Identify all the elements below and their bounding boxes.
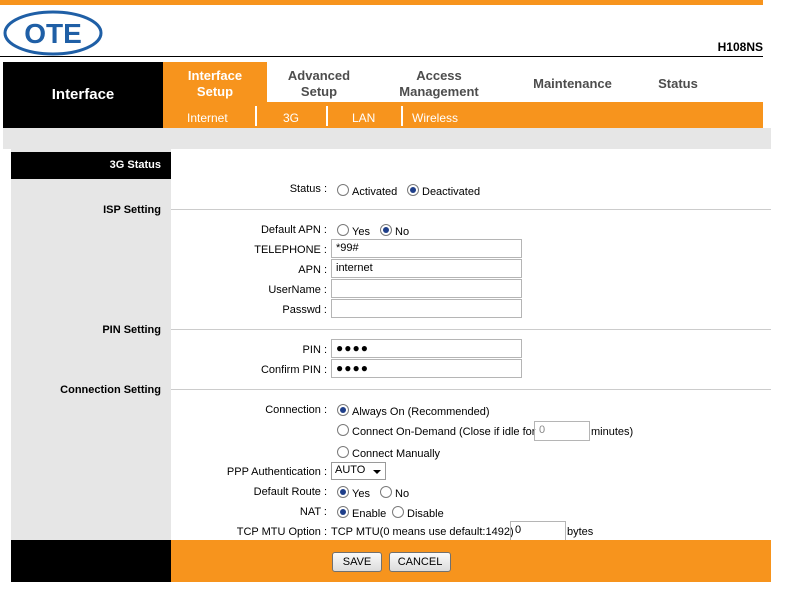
tcp-mtu-input[interactable]: 0 (510, 521, 566, 541)
subtab-separator (326, 106, 328, 126)
subtab-lan[interactable]: LAN (352, 111, 375, 125)
section-divider (171, 209, 771, 210)
nav-section-title: Interface (51, 86, 115, 103)
pin-label: PIN : (302, 344, 327, 356)
default-route-no-radio[interactable] (380, 486, 392, 498)
isp-setting-title: ISP Setting (103, 204, 161, 216)
default-apn-yes-label: Yes (352, 226, 370, 238)
nat-label: NAT : (299, 506, 327, 518)
nat-enable-radio[interactable] (337, 506, 349, 518)
nat-disable-radio[interactable] (392, 506, 404, 518)
username-label: UserName : (268, 284, 327, 296)
default-apn-no-label: No (395, 226, 410, 238)
connection-manual-label: Connect Manually (352, 448, 441, 460)
tab-status[interactable]: Status (640, 66, 716, 102)
idle-minutes-input[interactable]: 0 (534, 421, 590, 441)
ppp-auth-label: PPP Authentication : (226, 466, 327, 478)
tab-access-management[interactable]: Access Management (384, 66, 494, 102)
default-route-no-label: No (395, 488, 410, 500)
tcp-mtu-description: TCP MTU(0 means use default:1492) (331, 526, 514, 538)
status-deactivated-radio[interactable] (407, 184, 419, 196)
default-route-yes-label: Yes (352, 488, 370, 500)
subtab-3g[interactable]: 3G (283, 111, 299, 125)
header-divider (0, 56, 763, 57)
status-label: Status : (289, 183, 327, 195)
connection-on-demand-radio[interactable] (337, 424, 349, 436)
passwd-label: Passwd : (282, 304, 327, 316)
apn-input[interactable]: internet (331, 259, 522, 278)
telephone-input[interactable]: *99# (331, 239, 522, 258)
minutes-label: minutes) (591, 426, 634, 438)
default-apn-yes-radio[interactable] (337, 224, 349, 236)
ote-logo: OTE (3, 10, 103, 56)
default-route-yes-radio[interactable] (337, 486, 349, 498)
passwd-input[interactable] (331, 299, 522, 318)
tcp-mtu-label: TCP MTU Option : (236, 526, 327, 538)
ppp-auth-select[interactable]: AUTO (331, 462, 386, 480)
model-name: H108NS (717, 40, 763, 54)
confirm-pin-input[interactable]: ●●●● (331, 359, 522, 378)
status-deactivated-label: Deactivated (422, 186, 481, 198)
cancel-button[interactable]: CANCEL (389, 552, 451, 572)
connection-label: Connection : (265, 404, 327, 416)
default-apn-label: Default APN : (260, 224, 327, 236)
connection-always-on-radio[interactable] (337, 404, 349, 416)
default-apn-no-radio[interactable] (380, 224, 392, 236)
subtab-separator (401, 106, 403, 126)
tab-advanced-setup[interactable]: Advanced Setup (267, 66, 371, 102)
nat-disable-label: Disable (407, 508, 444, 520)
logo-text: OTE (24, 18, 82, 49)
pin-input[interactable]: ●●●● (331, 339, 522, 358)
status-activated-radio[interactable] (337, 184, 349, 196)
page-section-header: 3G Status (11, 152, 171, 179)
chevron-down-icon (373, 470, 381, 474)
ppp-auth-value: AUTO (335, 464, 366, 476)
subtab-wireless[interactable]: Wireless (412, 111, 458, 125)
section-divider (171, 389, 771, 390)
connection-setting-title: Connection Setting (60, 384, 161, 396)
tab-maintenance[interactable]: Maintenance (520, 66, 625, 102)
default-route-label: Default Route : (253, 486, 327, 498)
connection-on-demand-label: Connect On-Demand (Close if idle for (352, 426, 536, 438)
pin-setting-title: PIN Setting (102, 324, 161, 336)
connection-manual-radio[interactable] (337, 446, 349, 458)
section-divider (171, 329, 771, 330)
tab-interface-setup[interactable]: Interface Setup (163, 66, 267, 102)
subtab-bar (163, 102, 763, 128)
username-input[interactable] (331, 279, 522, 298)
telephone-label: TELEPHONE : (254, 244, 327, 256)
footer-left-panel (11, 540, 171, 582)
confirm-pin-label: Confirm PIN : (260, 364, 327, 376)
subtab-separator (255, 106, 257, 126)
subtab-internet[interactable]: Internet (187, 111, 228, 125)
content-top-band (3, 128, 771, 149)
apn-label: APN : (298, 264, 327, 276)
top-accent-bar (0, 0, 763, 5)
save-button[interactable]: SAVE (332, 552, 382, 572)
footer-button-bar (171, 540, 771, 582)
bytes-label: bytes (567, 526, 594, 538)
connection-always-on-label: Always On (Recommended) (352, 406, 490, 418)
status-activated-label: Activated (352, 186, 398, 198)
nat-enable-label: Enable (352, 508, 387, 520)
